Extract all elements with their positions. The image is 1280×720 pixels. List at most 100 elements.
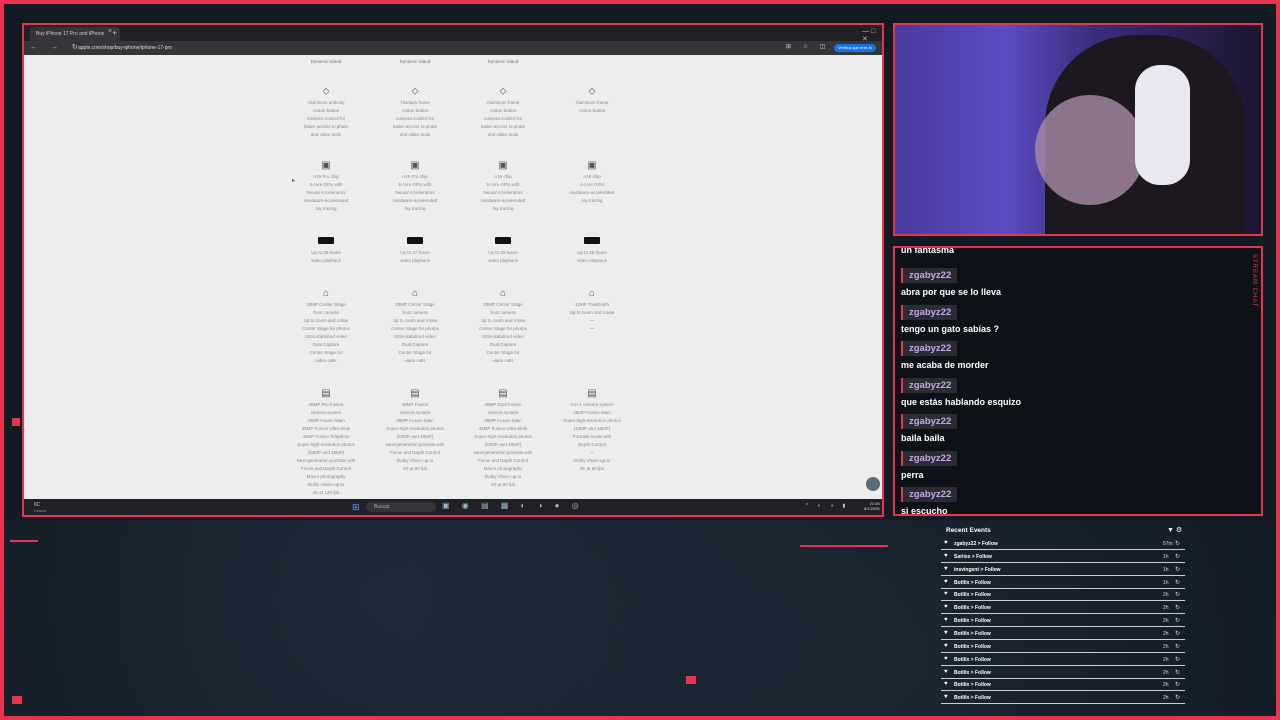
chat-username[interactable]: zgabyz22 [901, 268, 958, 283]
spec-text: Hardware-accelerated [392, 198, 438, 203]
event-name: Botlilx > Follow [954, 605, 991, 612]
recent-events-title: Recent Events [946, 527, 991, 534]
browser-tab[interactable]: Buy iPhone 17 Pro and iPhone × [30, 27, 120, 41]
spec-text: 5-core GPU with [486, 182, 520, 187]
front-icon: ⌂ [411, 288, 419, 299]
spec-text: Neural Accelerators [395, 190, 435, 195]
spec-text: 48MP Fusion Main [484, 418, 522, 423]
design-icon: ⬦ [411, 86, 419, 97]
spec-text: Ultra-stabilized video [394, 334, 436, 339]
chat-username[interactable]: zgabyz22 [901, 377, 958, 393]
event-row[interactable]: ♥ Botlilx > Follow 2h ↻ [941, 655, 1185, 666]
replay-icon[interactable]: ↻ [1175, 681, 1180, 688]
event-row[interactable]: ♥ Botlilx > Follow 2h ↻ [941, 603, 1185, 615]
event-row[interactable]: ♥ Botlilx > Follow 2h ↻ [941, 693, 1185, 705]
spec-text: Super-high-resolution photos [386, 426, 444, 431]
event-row[interactable]: ♥ Botlilx > Follow 2h ↻ [941, 680, 1185, 692]
spec-text: Macro photography [306, 474, 346, 479]
spec-text: and video tools [399, 132, 431, 137]
spec-text: Up to 26 hours [577, 250, 607, 255]
spec-text: 48MP Fusion [401, 402, 429, 407]
event-name: Botlilx > Follow [954, 695, 991, 702]
event-row[interactable]: ♥ insvingent > Follow 1h ↻ [941, 565, 1185, 576]
replay-icon[interactable]: ↻ [1175, 617, 1180, 624]
spec-text: Up to 39 hours [311, 250, 341, 255]
chat-message: zgabyz22 que estás hablando esquizo [901, 375, 1251, 407]
battery-icon [407, 237, 423, 244]
heart-icon: ♥ [944, 694, 948, 701]
replay-icon[interactable]: ↻ [1175, 604, 1180, 611]
events-filter-settings-icon[interactable]: ▼ ⚙ [1167, 526, 1182, 534]
chat-message-text: un fantasma [901, 246, 955, 255]
spec-front: ⌂ 18MP Center Stage front camera Up to zoom… [281, 283, 371, 365]
chat-username[interactable]: zgabyz22 [901, 341, 958, 356]
replay-icon[interactable]: ↻ [1175, 643, 1180, 650]
chat-username[interactable]: zgabyz22 [901, 414, 958, 429]
spec-camera: ▤ 48MP Dual Fusion camera system 48MP Fusio… [458, 383, 548, 489]
event-time: 2h [1163, 669, 1169, 676]
replay-icon[interactable]: ↻ [1175, 540, 1180, 547]
event-row[interactable]: ♥ Botlilx > Follow 2h ↻ [941, 668, 1185, 679]
chat-vertical-label: STREAM CHAT [1251, 254, 1257, 308]
spec-chip: ▣ A19 chip 5-core GPU with Neural Accelerat… [458, 155, 548, 213]
spec-text: Titanium frame [400, 100, 430, 105]
taskbar-clock[interactable]: 21:08 8/1/2025 [864, 501, 880, 511]
replay-icon[interactable]: ↻ [1175, 579, 1180, 586]
event-row[interactable]: ♥ Botlilx > Follow 2h ↻ [941, 629, 1185, 640]
spec-text: 4K at 60 fps [490, 482, 516, 487]
heart-icon: ♥ [944, 655, 948, 662]
replay-icon[interactable]: ↻ [1175, 553, 1180, 560]
chip-icon: ▣ [410, 160, 420, 171]
taskbar-search-input[interactable]: Buscar [366, 502, 436, 512]
event-row[interactable]: ♥ Botlilx > Follow 2h ↻ [941, 616, 1185, 628]
spec-text: Dolby Vision up to [307, 482, 345, 487]
browser-tabbar: Buy iPhone 17 Pro and iPhone × + — □ ✕ [24, 25, 882, 43]
chat-message-text: tengo un gato sabías ? [901, 323, 1000, 334]
event-row[interactable]: ♥ zgabyz22 > Follow 57m ↻ [941, 539, 1185, 550]
spec-text: Portraits mode with [572, 434, 612, 439]
replay-icon[interactable]: ↻ [1175, 694, 1180, 701]
compare-column: Dynamic Island ⬦ Aluminum frame Action butt… [458, 55, 548, 499]
event-row[interactable]: ♥ Botlilx > Follow 2h ↻ [941, 642, 1185, 653]
extension-icons[interactable]: ⊞ ☆ ◫ [786, 43, 830, 50]
event-time: 1h [1163, 553, 1169, 560]
url-field[interactable]: apple.com/shop/buy-iphone/iphone-17-pro [72, 43, 772, 53]
chat-message-text: que estás hablando esquizo [901, 396, 1022, 407]
spec-text: (24MP and 48MP) [484, 442, 522, 447]
event-name: Botlilx > Follow [954, 669, 991, 676]
start-icon[interactable]: ⊞ [352, 502, 360, 513]
chat-username[interactable]: zgabyz22 [901, 487, 958, 502]
chat-username[interactable]: zgabyz22 [901, 450, 958, 466]
event-row[interactable]: ♥ Botlilx > Follow 1h ↻ [941, 578, 1185, 589]
decor-marker [12, 696, 22, 704]
decor-marker [686, 676, 696, 684]
camera-icon: ▤ [587, 388, 597, 399]
streamer-face [1035, 95, 1145, 205]
chat-username[interactable]: zgabyz22 [901, 304, 958, 320]
taskbar-app-icons[interactable]: ▣ ◉ ▤ ▦ ◐ ◑ ● ◎ [442, 501, 584, 510]
spec-text: Camera Control for [395, 116, 435, 121]
system-tray-icons[interactable]: ^ ◐ ◑ ▮ [806, 503, 849, 509]
replay-icon[interactable]: ↻ [1175, 591, 1180, 598]
replay-icon[interactable]: ↻ [1175, 566, 1180, 573]
spec-text: faster access to photo [303, 124, 349, 129]
spec-text: 4K at 120 fps [312, 490, 340, 495]
chat-message: zgabyz22 baila baila [901, 411, 1251, 443]
windows-taskbar: 6C Cloudy ⊞ Buscar ▣ ◉ ▤ ▦ ◐ ◑ ● ◎ ^ ◐ ◑… [24, 499, 882, 515]
event-row[interactable]: ♥ Botlilx > Follow 2h ↻ [941, 590, 1185, 602]
spec-text: (24MP and 48MP) [573, 426, 611, 431]
event-row[interactable]: ♥ Sariiss > Follow 1h ↻ [941, 552, 1185, 563]
event-name: Sariiss > Follow [954, 553, 992, 560]
design-icon: ⬦ [322, 86, 330, 97]
verify-badge[interactable]: Verifica que eres tú [834, 44, 877, 52]
spec-text: Action button [578, 108, 606, 113]
spec-text: camera system [310, 410, 342, 415]
spec-chip: ▣ A19 Pro chip 6-core GPU with Neural Accel… [370, 155, 460, 213]
floating-avatar[interactable] [866, 477, 880, 491]
spec-text: Dolby Vision up to [396, 458, 434, 463]
replay-icon[interactable]: ↻ [1175, 669, 1180, 676]
replay-icon[interactable]: ↻ [1175, 656, 1180, 663]
new-tab-icon[interactable]: + [112, 28, 117, 38]
replay-icon[interactable]: ↻ [1175, 630, 1180, 637]
spec-text: Depth Control [578, 442, 606, 447]
